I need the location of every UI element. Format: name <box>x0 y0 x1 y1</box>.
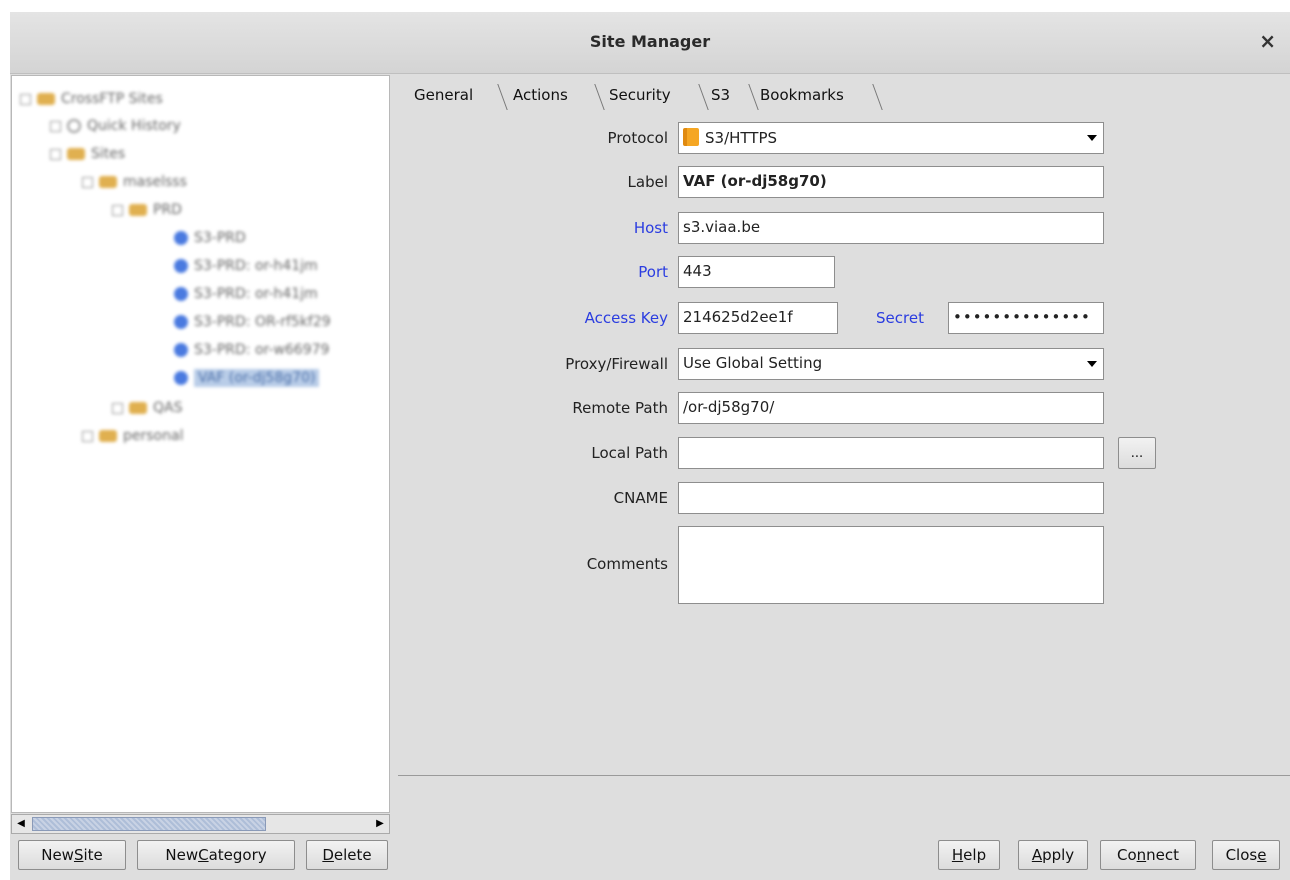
tree-node[interactable]: PRD <box>112 202 182 222</box>
scrollbar-thumb[interactable] <box>32 817 266 831</box>
tab-s3[interactable]: S3 <box>705 80 736 110</box>
close-icon[interactable]: × <box>1259 29 1276 53</box>
tree-node[interactable]: S3-PRD: or-h41jm <box>174 258 318 278</box>
folder-icon <box>67 148 85 160</box>
folder-icon <box>129 204 147 216</box>
tab-security[interactable]: Security <box>603 80 677 110</box>
clock-icon <box>67 119 81 133</box>
tree-node[interactable]: Quick History <box>50 118 181 138</box>
access-key-label: Access Key <box>584 309 668 327</box>
tree-horizontal-scrollbar[interactable]: ◀ ▶ <box>11 814 390 834</box>
secret-field[interactable]: •••••••••••••• <box>948 302 1104 334</box>
window-title: Site Manager <box>589 32 711 51</box>
expand-toggle-icon[interactable] <box>112 402 123 414</box>
access-key-field[interactable]: 214625d2ee1f <box>678 302 838 334</box>
local-path-label: Local Path <box>591 444 668 462</box>
tab-general[interactable]: General <box>408 80 479 110</box>
chevron-down-icon <box>1087 361 1097 367</box>
expand-toggle-icon[interactable] <box>20 93 31 105</box>
remote-path-label: Remote Path <box>572 399 668 417</box>
tree-node[interactable]: S3-PRD: OR-rf5kf29 <box>174 314 331 334</box>
globe-icon <box>174 371 188 385</box>
host-label: Host <box>633 219 668 237</box>
apply-button[interactable]: Apply <box>1018 840 1088 870</box>
title-bar: Site Manager × <box>10 12 1290 74</box>
protocol-select[interactable]: S3/HTTPS <box>678 122 1104 154</box>
comments-label: Comments <box>586 555 668 573</box>
host-field[interactable]: s3.viaa.be <box>678 212 1104 244</box>
s3-box-icon <box>683 128 699 146</box>
label-field[interactable]: VAF (or-dj58g70) <box>678 166 1104 198</box>
tab-actions[interactable]: Actions <box>507 80 574 110</box>
globe-icon <box>174 343 188 357</box>
expand-toggle-icon[interactable] <box>82 176 93 188</box>
expand-toggle-icon[interactable] <box>50 148 61 160</box>
folder-icon <box>129 402 147 414</box>
tree-node[interactable]: Sites <box>50 146 125 166</box>
new-site-button[interactable]: New Site <box>18 840 126 870</box>
local-path-field[interactable] <box>678 437 1104 469</box>
divider <box>398 775 1290 776</box>
proxy-firewall-label: Proxy/Firewall <box>565 355 668 373</box>
globe-icon <box>174 315 188 329</box>
protocol-label: Protocol <box>607 129 668 147</box>
scroll-right-icon[interactable]: ▶ <box>371 815 389 833</box>
tree-node[interactable]: S3-PRD: or-h41jm <box>174 286 318 306</box>
tree-node[interactable]: maselsss <box>82 174 187 194</box>
tree-node-selected[interactable]: VAF (or-dj58g70) <box>174 369 320 390</box>
label-label: Label <box>627 173 668 191</box>
comments-textarea[interactable] <box>678 526 1104 604</box>
port-label: Port <box>638 263 668 281</box>
scroll-left-icon[interactable]: ◀ <box>12 815 30 833</box>
globe-icon <box>174 231 188 245</box>
remote-path-field[interactable]: /or-dj58g70/ <box>678 392 1104 424</box>
expand-toggle-icon[interactable] <box>112 204 123 216</box>
secret-label: Secret <box>876 309 924 327</box>
tree-node[interactable]: QAS <box>112 400 182 420</box>
folder-icon <box>99 176 117 188</box>
delete-button[interactable]: Delete <box>306 840 388 870</box>
site-tree[interactable]: CrossFTP Sites Quick History Sites masel… <box>11 75 390 813</box>
globe-icon <box>174 259 188 273</box>
tree-node[interactable]: personal <box>82 428 183 448</box>
globe-icon <box>174 287 188 301</box>
help-button[interactable]: Help <box>938 840 1000 870</box>
tree-node[interactable]: S3-PRD <box>174 230 246 250</box>
expand-toggle-icon[interactable] <box>50 120 61 132</box>
expand-toggle-icon[interactable] <box>82 430 93 442</box>
site-manager-window: Site Manager × CrossFTP Sites Quick Hist… <box>10 12 1290 880</box>
cname-label: CNAME <box>613 489 668 507</box>
folder-icon <box>99 430 117 442</box>
new-category-button[interactable]: New Category <box>137 840 295 870</box>
port-field[interactable]: 443 <box>678 256 835 288</box>
browse-local-path-button[interactable]: ... <box>1118 437 1156 469</box>
chevron-down-icon <box>1087 135 1097 141</box>
cname-field[interactable] <box>678 482 1104 514</box>
tab-bookmarks[interactable]: Bookmarks <box>754 80 850 110</box>
tree-node[interactable]: CrossFTP Sites <box>20 91 163 111</box>
folder-icon <box>37 93 55 105</box>
tree-node[interactable]: S3-PRD: or-w66979 <box>174 342 329 362</box>
connect-button[interactable]: Co n nect <box>1100 840 1196 870</box>
close-button[interactable]: Clos e <box>1212 840 1280 870</box>
proxy-firewall-select[interactable]: Use Global Setting <box>678 348 1104 380</box>
